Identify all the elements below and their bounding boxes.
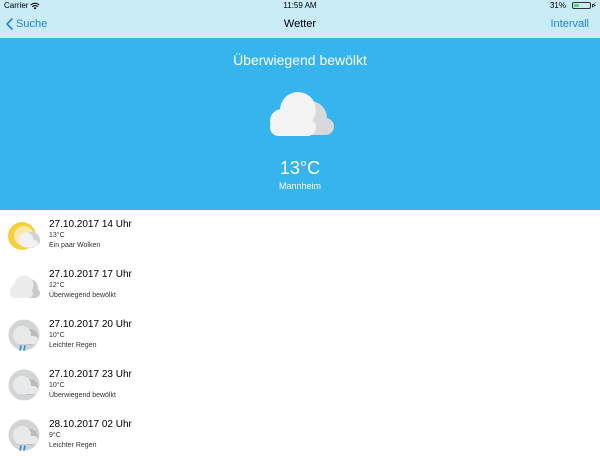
battery-percent: 31%: [549, 1, 566, 10]
forecast-row[interactable]: 27.10.2017 23 Uhr 10°C Überwiegend bewöl…: [0, 360, 600, 410]
navigation-bar: Suche Wetter Intervall: [0, 12, 600, 38]
forecast-datetime: 27.10.2017 17 Uhr: [49, 269, 132, 280]
forecast-temperature: 10°C: [49, 382, 65, 389]
forecast-temperature: 9°C: [49, 432, 61, 439]
forecast-row[interactable]: 27.10.2017 14 Uhr 13°C Ein paar Wolken: [0, 210, 600, 260]
forecast-temperature: 10°C: [49, 332, 65, 339]
dark-cloud-icon: [8, 369, 40, 401]
clock: 11:59 AM: [283, 1, 317, 10]
rain-icon: [8, 319, 40, 351]
forecast-datetime: 27.10.2017 14 Uhr: [49, 219, 132, 230]
forecast-row[interactable]: 27.10.2017 20 Uhr 10°C Leichter Regen: [0, 310, 600, 360]
forecast-datetime: 27.10.2017 23 Uhr: [49, 369, 132, 380]
forecast-datetime: 27.10.2017 20 Uhr: [49, 319, 132, 330]
forecast-description: Ein paar Wolken: [49, 242, 101, 249]
cloud-icon: [270, 92, 334, 136]
forecast-description: Leichter Regen: [49, 442, 97, 449]
current-condition: Überwiegend bewölkt: [233, 52, 367, 68]
battery-fill: [574, 4, 579, 7]
forecast-temperature: 12°C: [49, 282, 65, 289]
forecast-row[interactable]: 28.10.2017 02 Uhr 9°C Leichter Regen: [0, 410, 600, 460]
current-city: Mannheim: [278, 181, 322, 191]
forecast-description: Überwiegend bewölkt: [49, 292, 116, 299]
charging-bolt-icon: ⚡: [591, 1, 597, 10]
sun-cloud-icon: [8, 222, 40, 250]
interval-button[interactable]: Intervall: [550, 18, 589, 30]
forecast-datetime: 28.10.2017 02 Uhr: [49, 419, 132, 430]
rain-icon: [8, 419, 40, 451]
forecast-description: Überwiegend bewölkt: [49, 392, 116, 399]
battery-icon: [572, 2, 593, 9]
page-title: Wetter: [283, 18, 317, 30]
status-bar: Carrier 11:59 AM 31% ⚡: [0, 0, 600, 12]
cloud-icon: [10, 275, 40, 298]
forecast-description: Leichter Regen: [49, 342, 97, 349]
forecast-list: 27.10.2017 14 Uhr 13°C Ein paar Wolken 2…: [0, 210, 600, 460]
current-weather-panel: Überwiegend bewölkt 13°C Mannheim: [0, 38, 600, 210]
forecast-temperature: 13°C: [49, 232, 65, 239]
current-temperature: 13°C: [279, 158, 321, 178]
forecast-row[interactable]: 27.10.2017 17 Uhr 12°C Überwiegend bewöl…: [0, 260, 600, 310]
